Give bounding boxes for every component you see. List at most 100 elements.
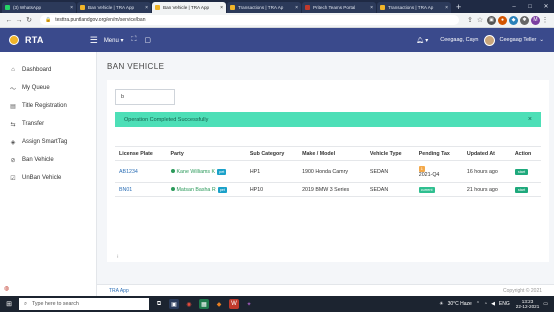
more-menu-icon[interactable]: ⋮ (540, 16, 550, 24)
chevron-down-icon[interactable]: ⌄ (539, 37, 544, 43)
sidebar-item-transfer[interactable]: ⇆ Transfer (0, 115, 96, 133)
column-header: Action (510, 146, 541, 161)
address-bar-row: ← → ↻ 🔒 testtra.puntlandgov.org/en/m/ser… (0, 13, 554, 28)
minimize-icon[interactable]: – (506, 4, 522, 10)
weather-text[interactable]: 30°C Haze (448, 301, 472, 307)
party-badge: pet (217, 186, 227, 193)
sidebar-item-label: Transfer (22, 121, 45, 127)
sidebar-footer (0, 284, 97, 296)
content-card: b Operation Completed Successfully × Lic… (107, 80, 549, 262)
taskbar-search-input[interactable]: ⌕ Type here to search (19, 298, 149, 310)
reload-icon[interactable]: ↻ (24, 16, 34, 24)
license-plate-link[interactable]: BN01 (119, 187, 132, 193)
search-input[interactable]: b (115, 89, 175, 105)
forward-icon[interactable]: → (14, 17, 24, 24)
user-role[interactable]: Ceegaag Teller (499, 37, 536, 43)
close-tab-icon[interactable]: × (70, 5, 73, 11)
party-link[interactable]: Kane Williams K (170, 168, 216, 175)
tray-chevron-icon[interactable]: ⌃ (476, 301, 480, 307)
start-button[interactable]: start (514, 168, 529, 175)
close-window-icon[interactable]: ✕ (538, 3, 554, 10)
star-icon[interactable]: ☆ (475, 16, 485, 24)
language-indicator[interactable]: ENG (499, 301, 510, 307)
clock[interactable]: 13:23 22-12-2021 (516, 299, 540, 310)
username[interactable]: Ceegaag, Cayn (440, 37, 478, 43)
app-corner-icon: ◍ (4, 286, 10, 292)
license-plate-link[interactable]: AB1234 (119, 169, 138, 175)
menu-dropdown[interactable]: Menu ▾ (104, 37, 124, 44)
task-view-icon[interactable]: ⧉ (154, 299, 164, 309)
party-name: Kane Williams K (176, 168, 216, 175)
tra-favicon-icon (380, 5, 385, 10)
avatar[interactable] (484, 34, 496, 46)
browser-tab-active[interactable]: Ban Vehicle | TRA App × (152, 2, 226, 13)
file-explorer-icon[interactable]: ▣ (169, 299, 179, 309)
tra-favicon-icon (230, 5, 235, 10)
app-icon[interactable]: ✦ (244, 299, 254, 309)
puzzle-icon[interactable]: ✱ (520, 15, 529, 25)
sidebar-item-title-registration[interactable]: ▤ Title Registration (0, 97, 96, 115)
home-icon: ⌂ (11, 67, 15, 73)
app-icon[interactable]: ◆ (214, 299, 224, 309)
close-icon[interactable]: × (528, 116, 532, 123)
browser-tab[interactable]: Transactions | TRA Ap × (377, 2, 451, 13)
os-taskbar: ⊞ ⌕ Type here to search ⧉ ▣ ◉ ▦ ◆ W ✦ ☀ … (0, 296, 554, 312)
url-text: testtra.puntlandgov.org/en/m/service/ban (55, 17, 146, 23)
network-icon[interactable]: ◔ (484, 301, 487, 307)
volume-icon[interactable]: ◀︎ (491, 301, 495, 307)
sidebar-item-assign-smarttag[interactable]: ◈ Assign SmartTag (0, 133, 96, 151)
back-icon[interactable]: ← (4, 17, 14, 24)
user-area: 🔔︎ ▾ Ceegaag, Cayn Ceegaag Teller ⌄ (416, 34, 554, 46)
text-cursor-icon: ⁝ (117, 254, 119, 260)
tab-title: Transactions | TRA Ap (388, 5, 434, 10)
url-field[interactable]: 🔒 testtra.puntlandgov.org/en/m/service/b… (40, 15, 459, 25)
party-name: Matsan Basha R (176, 186, 216, 193)
window-controls: – □ ✕ (506, 0, 554, 13)
close-tab-icon[interactable]: × (445, 5, 448, 11)
fullscreen-icon[interactable]: ⛶ (132, 36, 137, 44)
extension-icon[interactable]: ● (498, 15, 507, 25)
browser-tab[interactable]: Transactions | TRA Ap × (227, 2, 301, 13)
browser-tab[interactable]: (3) WhatsApp × (2, 2, 76, 13)
sidebar-item-label: My Queue (22, 85, 50, 91)
party-badge: pet (217, 168, 227, 175)
profile-avatar[interactable]: M (531, 15, 540, 25)
notification-icon[interactable]: ▭ (543, 301, 548, 307)
vehicle-type: SEDAN (365, 160, 415, 183)
close-tab-icon[interactable]: × (220, 5, 223, 11)
sidebar-item-unban-vehicle[interactable]: ☑ UnBan Vehicle (0, 169, 96, 187)
document-icon: ▤ (10, 103, 16, 110)
party-link[interactable]: Matsan Basha R (170, 186, 216, 193)
share-icon[interactable]: ⇪ (465, 16, 475, 24)
excel-icon[interactable]: ▦ (199, 299, 209, 309)
close-tab-icon[interactable]: × (295, 5, 298, 11)
maximize-icon[interactable]: □ (522, 4, 538, 10)
column-header: Vehicle Type (365, 146, 415, 161)
hamburger-icon[interactable]: ☰ (90, 35, 98, 46)
windows-start-icon[interactable]: ⊞ (3, 300, 15, 308)
vehicle-table: License Plate Party Sub Category Make / … (115, 146, 541, 197)
extension-icon[interactable]: ▣ (487, 15, 496, 25)
sidebar-item-label: Ban Vehicle (22, 157, 54, 163)
tab-title: Ban Vehicle | TRA App (88, 5, 135, 10)
grid-icon[interactable]: ▢ (144, 36, 151, 44)
sidebar-item-label: UnBan Vehicle (22, 175, 62, 181)
taskbar-search-placeholder: Type here to search (31, 301, 79, 307)
updated-at: 21 hours ago (462, 182, 511, 197)
close-tab-icon[interactable]: × (145, 5, 148, 11)
start-button[interactable]: start (514, 186, 529, 193)
sidebar-item-ban-vehicle[interactable]: ⊘ Ban Vehicle (0, 151, 96, 169)
chrome-icon[interactable]: ◉ (184, 299, 194, 309)
tag-icon: ◈ (10, 139, 16, 146)
close-tab-icon[interactable]: × (370, 5, 373, 11)
new-tab-button[interactable]: + (456, 2, 461, 13)
bell-icon[interactable]: 🔔︎ ▾ (416, 37, 428, 44)
column-header: Pending Tax (414, 146, 463, 161)
footer-app-name[interactable]: TRA App (109, 288, 129, 294)
wps-icon[interactable]: W (229, 299, 239, 309)
sidebar-item-dashboard[interactable]: ⌂ Dashboard (0, 61, 96, 79)
extension-icon[interactable]: ◆ (509, 15, 518, 25)
browser-tab[interactable]: Ban Vehicle | TRA App × (77, 2, 151, 13)
sidebar-item-my-queue[interactable]: 〜 My Queue (0, 79, 96, 97)
browser-tab[interactable]: Pritech Teams Portal × (302, 2, 376, 13)
